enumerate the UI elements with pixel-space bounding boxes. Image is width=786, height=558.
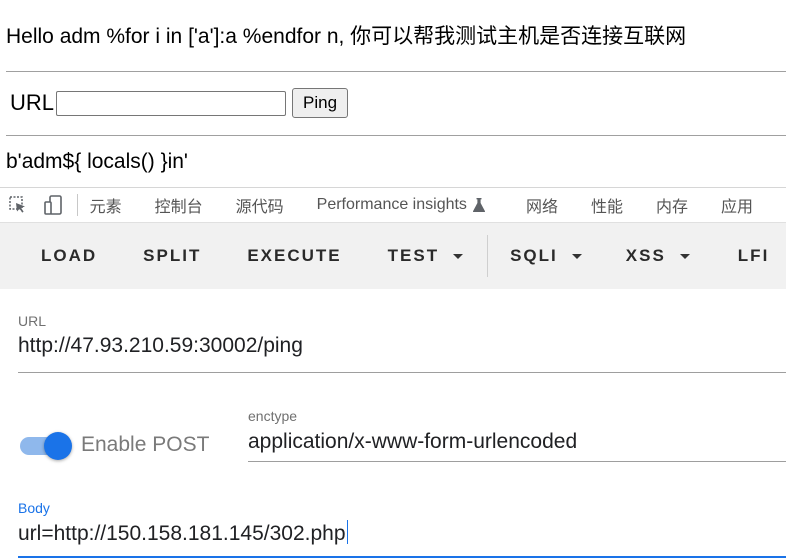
tab-performance-insights[interactable]: Performance insights: [317, 196, 486, 214]
xss-menu-button[interactable]: XSS: [626, 246, 690, 266]
xss-menu-label: XSS: [625, 246, 666, 265]
chevron-down-icon: [453, 253, 464, 259]
enable-post-toggle[interactable]: [20, 431, 72, 461]
test-menu-button[interactable]: TEST: [387, 246, 464, 266]
greeting-text: Hello adm %for i in ['a']:a %endfor n, 你…: [6, 25, 687, 48]
chevron-down-icon: [571, 253, 582, 259]
tab-performance[interactable]: 性能: [591, 193, 623, 217]
tab-elements[interactable]: 元素: [90, 193, 122, 217]
url-label: URL: [10, 90, 55, 115]
enctype-underline: [248, 461, 786, 462]
body-field-text: url=http://150.158.181.145/302.php: [18, 522, 346, 545]
url-input[interactable]: [56, 90, 287, 116]
body-field[interactable]: url=http://150.158.181.145/302.php: [18, 520, 348, 546]
hackbar-toolbar: LOAD SPLIT EXECUTE TEST SQLI XSS LFI: [0, 223, 786, 289]
divider-bottom: [6, 135, 786, 136]
flask-icon: [472, 198, 486, 212]
toolbar-divider: [487, 235, 489, 277]
ping-button[interactable]: Ping: [292, 88, 349, 118]
execute-button[interactable]: EXECUTE: [247, 246, 341, 266]
inspect-cursor-icon[interactable]: [8, 194, 29, 216]
response-output: b'adm${ locals() }in': [6, 150, 188, 173]
text-cursor: [346, 520, 348, 544]
tab-performance-insights-label: Performance insights: [316, 196, 467, 213]
body-field-label: Body: [18, 500, 50, 516]
ping-form: URL Ping: [10, 88, 349, 118]
load-button[interactable]: LOAD: [41, 246, 97, 266]
url-field-label: URL: [18, 313, 47, 329]
url-field[interactable]: http://47.93.210.59:30002/ping: [18, 334, 303, 358]
sqli-menu-button[interactable]: SQLI: [510, 246, 582, 266]
sqli-menu-label: SQLI: [510, 246, 558, 265]
enable-post-label: Enable POST: [81, 433, 210, 456]
enctype-select[interactable]: application/x-www-form-urlencoded: [248, 430, 577, 454]
device-toolbar-icon[interactable]: [43, 194, 65, 216]
lfi-menu-button[interactable]: LFI: [738, 246, 770, 266]
tab-console[interactable]: 控制台: [155, 193, 203, 217]
url-field-underline: [18, 372, 786, 373]
tab-network[interactable]: 网络: [526, 193, 558, 217]
divider-top: [6, 71, 786, 72]
tab-sources[interactable]: 源代码: [236, 193, 284, 217]
tab-memory[interactable]: 内存: [656, 193, 688, 217]
toolbar-separator: [76, 194, 78, 216]
tab-application[interactable]: 应用: [721, 193, 753, 217]
devtools-tab-bar: 元素 控制台 源代码 Performance insights 网络 性能 内存…: [0, 187, 786, 223]
chevron-down-icon: [679, 253, 690, 259]
test-menu-label: TEST: [387, 246, 440, 265]
toggle-thumb: [44, 432, 72, 460]
enctype-label: enctype: [248, 408, 298, 424]
split-button[interactable]: SPLIT: [143, 246, 201, 266]
